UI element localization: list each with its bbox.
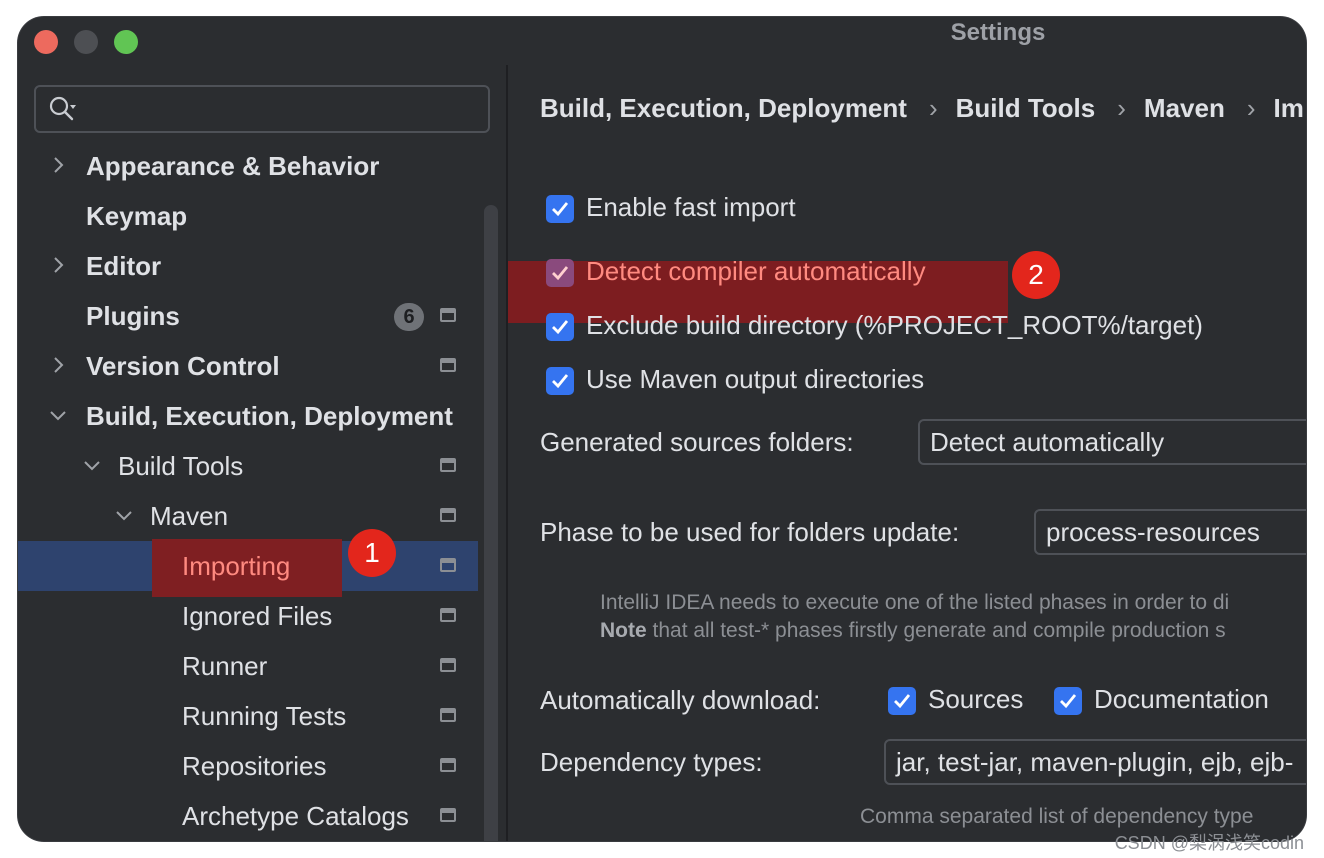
use-maven-output-checkbox[interactable]	[546, 367, 574, 395]
breadcrumb: Build, Execution, Deployment › Build Tools…	[540, 93, 1304, 124]
phase-hint-line-2: Note that all test-* phases firstly gene…	[600, 619, 1226, 643]
phase-dropdown[interactable]: process-resources	[1034, 509, 1306, 555]
auto-download-label: Automatically download:	[540, 685, 821, 715]
sidebar-item-running-tests[interactable]: Running Tests	[18, 691, 478, 741]
checkmark-icon	[552, 266, 569, 281]
sidebar-item-editor[interactable]: Editor	[18, 241, 478, 291]
sidebar-item-runner[interactable]: Runner	[18, 641, 478, 691]
checkbox-label: Detect compiler automatically	[586, 256, 926, 286]
dependency-types-hint: Comma separated list of dependency type	[860, 805, 1254, 828]
checkmark-icon	[552, 320, 569, 335]
chevron-down-icon[interactable]	[48, 405, 68, 425]
chevron-right-icon[interactable]	[48, 355, 68, 375]
sidebar-item-label: Archetype Catalogs	[182, 801, 409, 831]
checkbox-label: Enable fast import	[586, 192, 796, 222]
sidebar-item-archetype-catalogs[interactable]: Archetype Catalogs	[18, 791, 478, 841]
hint-rest: that all test-* phases firstly generate …	[646, 619, 1226, 642]
chevron-down-icon[interactable]	[82, 455, 102, 475]
checkbox-label: Documentation	[1094, 684, 1269, 714]
settings-sidebar: Appearance & Behavior Keymap Editor Plug…	[18, 65, 506, 841]
plugins-count-badge: 6	[394, 303, 424, 331]
checkbox-label: Use Maven output directories	[586, 364, 925, 394]
sidebar-item-build-tools[interactable]: Build Tools	[18, 441, 478, 491]
project-settings-icon	[440, 308, 456, 322]
sidebar-item-label: Maven	[150, 501, 229, 531]
breadcrumb-item[interactable]: Maven	[1144, 93, 1225, 123]
sidebar-item-label: Appearance & Behavior	[86, 151, 380, 181]
sidebar-item-label: Version Control	[86, 351, 280, 381]
breadcrumb-item[interactable]: Build Tools	[956, 93, 1096, 123]
checkmark-icon	[552, 374, 569, 389]
chevron-right-icon[interactable]	[48, 155, 68, 175]
project-settings-icon	[440, 808, 456, 822]
project-settings-icon	[440, 508, 456, 522]
sidebar-item-label: Build, Execution, Deployment	[86, 401, 453, 431]
sidebar-item-label: Importing	[182, 551, 291, 581]
chevron-right-icon[interactable]	[48, 255, 68, 275]
annotation-number-2: 2	[1012, 251, 1060, 299]
breadcrumb-item[interactable]: Im	[1274, 93, 1304, 123]
phase-label: Phase to be used for folders update:	[540, 517, 960, 547]
sidebar-item-repositories[interactable]: Repositories	[18, 741, 478, 791]
sidebar-item-ignored-files[interactable]: Ignored Files	[18, 591, 478, 641]
annotation-number-1: 1	[348, 529, 396, 577]
sidebar-item-appearance-behavior[interactable]: Appearance & Behavior	[18, 141, 478, 191]
sidebar-item-label: Editor	[86, 251, 162, 281]
phase-hint-line-1: IntelliJ IDEA needs to execute one of th…	[600, 591, 1230, 614]
sidebar-item-build-execution-deployment[interactable]: Build, Execution, Deployment	[18, 391, 478, 441]
settings-content: Build, Execution, Deployment › Build Tools…	[508, 65, 1306, 841]
sidebar-item-keymap[interactable]: Keymap	[18, 191, 478, 241]
sidebar-item-label: Plugins	[86, 301, 180, 331]
chevron-right-icon: ›	[1246, 93, 1256, 123]
input-value: jar, test-jar, maven-plugin, ejb, ejb-	[896, 747, 1294, 777]
search-input[interactable]	[88, 93, 472, 125]
dropdown-value: Detect automatically	[930, 427, 1165, 457]
sidebar-item-label: Build Tools	[118, 451, 244, 481]
dropdown-value: process-resources	[1046, 517, 1260, 547]
dependency-types-input[interactable]: jar, test-jar, maven-plugin, ejb, ejb-	[884, 739, 1306, 785]
checkmark-icon	[1060, 694, 1077, 709]
enable-fast-import-checkbox[interactable]	[546, 195, 574, 223]
checkmark-icon	[894, 694, 911, 709]
chevron-right-icon: ›	[1117, 93, 1126, 123]
window-title: Settings	[950, 19, 1046, 46]
download-sources-checkbox[interactable]	[888, 687, 916, 715]
sidebar-scrollbar[interactable]	[484, 205, 498, 841]
sidebar-item-label: Repositories	[182, 751, 327, 781]
sidebar-item-label: Keymap	[86, 201, 188, 231]
watermark: CSDN @梨涡浅笑codin	[1114, 833, 1304, 853]
sidebar-item-label: Ignored Files	[182, 601, 333, 631]
project-settings-icon	[440, 558, 456, 572]
project-settings-icon	[440, 358, 456, 372]
project-settings-icon	[440, 758, 456, 772]
chevron-right-icon: ›	[928, 93, 938, 123]
generated-sources-dropdown[interactable]: Detect automatically	[918, 419, 1306, 465]
settings-search-box[interactable]	[34, 85, 490, 133]
checkbox-label: Sources	[928, 684, 1024, 714]
breadcrumb-item[interactable]: Build, Execution, Deployment	[540, 93, 907, 123]
search-icon[interactable]	[48, 95, 76, 123]
generated-sources-label: Generated sources folders:	[540, 427, 854, 457]
project-settings-icon	[440, 658, 456, 672]
settings-window: Settings Appearance & Behavior Keymap Ed…	[18, 17, 1306, 841]
sidebar-item-label: Runner	[182, 651, 268, 681]
project-settings-icon	[440, 458, 456, 472]
project-settings-icon	[440, 608, 456, 622]
detect-compiler-checkbox[interactable]	[546, 259, 574, 287]
checkmark-icon	[552, 202, 569, 217]
sidebar-item-plugins[interactable]: Plugins 6	[18, 291, 478, 341]
sidebar-item-version-control[interactable]: Version Control	[18, 341, 478, 391]
chevron-down-icon[interactable]	[114, 505, 134, 525]
sidebar-item-label: Running Tests	[182, 701, 347, 731]
sidebar-item-maven[interactable]: Maven	[18, 491, 478, 541]
sidebar-item-importing[interactable]: Importing 1	[18, 529, 478, 597]
checkbox-label: Exclude build directory (%PROJECT_ROOT%/…	[586, 310, 1203, 340]
hint-note: Note	[600, 619, 647, 642]
dependency-types-label: Dependency types:	[540, 747, 763, 777]
download-documentation-checkbox[interactable]	[1054, 687, 1082, 715]
exclude-build-directory-checkbox[interactable]	[546, 313, 574, 341]
project-settings-icon	[440, 708, 456, 722]
